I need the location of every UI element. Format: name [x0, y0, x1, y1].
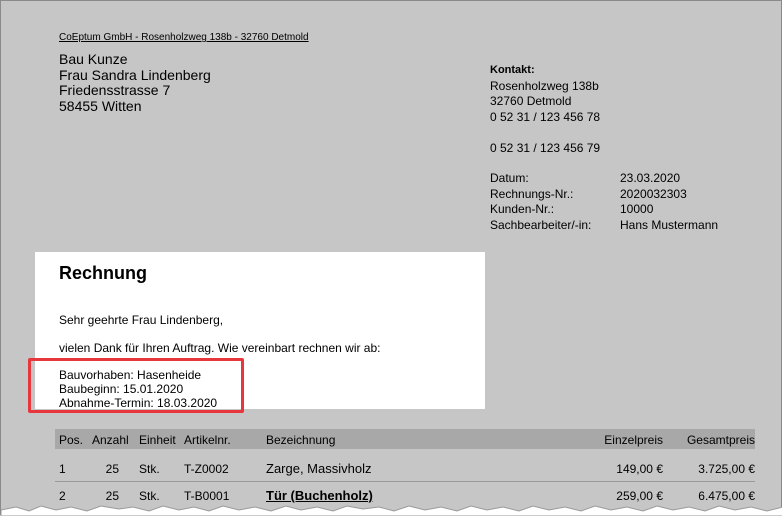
meta-value: 23.03.2020 — [620, 171, 681, 185]
meta-value: 2020032303 — [620, 186, 687, 201]
contact-spacer — [490, 125, 600, 141]
contact-block: Kontakt: Rosenholzweg 138b 32760 Detmold… — [490, 63, 600, 156]
column-header-pos: Pos. — [59, 433, 84, 447]
torn-edge-decoration — [1, 505, 782, 516]
contact-city: 32760 Detmold — [490, 94, 572, 108]
highlight-box — [28, 358, 244, 413]
recipient-person: Frau Sandra Lindenberg — [59, 66, 211, 83]
meta-label: Datum: — [490, 171, 529, 185]
column-header-unit: Einheit — [139, 433, 176, 447]
meta-row-date: Datum: 23.03.2020 — [490, 171, 718, 187]
document-title: Rechnung — [59, 263, 147, 283]
meta-label: Kunden-Nr.: — [490, 202, 555, 216]
intro-text: vielen Dank für Ihren Auftrag. Wie verei… — [59, 341, 381, 355]
salutation-text: Sehr geehrte Frau Lindenberg, — [59, 313, 224, 327]
contact-fax: 0 52 31 / 123 456 79 — [490, 140, 601, 155]
column-header-description: Bezeichnung — [266, 433, 336, 447]
cell-total-price: 3.725,00 € — [698, 462, 755, 476]
contact-phone: 0 52 31 / 123 456 78 — [490, 109, 601, 124]
column-header-total-price: Gesamtpreis — [686, 433, 755, 447]
meta-row-invoice-number: Rechnungs-Nr.: 2020032303 — [490, 187, 718, 203]
meta-value: 10000 — [620, 202, 654, 216]
column-header-unit-price: Einzelpreis — [604, 433, 663, 447]
recipient-company: Bau Kunze — [59, 51, 128, 67]
column-header-quantity: Anzahl — [92, 433, 129, 447]
cell-pos: 1 — [59, 462, 66, 476]
recipient-street: Friedensstrasse 7 — [59, 82, 171, 98]
meta-label: Sachbearbeiter/-in: — [490, 217, 592, 232]
cell-description: Zarge, Massivholz — [266, 461, 372, 476]
cell-article-number: T-Z0002 — [184, 462, 229, 476]
meta-row-customer-number: Kunden-Nr.: 10000 — [490, 202, 718, 218]
cell-unit-price: 149,00 € — [616, 462, 663, 476]
cell-unit: Stk. — [139, 462, 160, 476]
recipient-city: 58455 Witten — [59, 97, 142, 114]
recipient-address: Bau Kunze Frau Sandra Lindenberg Frieden… — [59, 51, 211, 114]
invoice-meta: Datum: 23.03.2020 Rechnungs-Nr.: 2020032… — [490, 171, 718, 233]
meta-value: Hans Mustermann — [620, 217, 719, 232]
cell-quantity: 25 — [105, 462, 119, 476]
sender-address-line: CoEptum GmbH - Rosenholzweg 138b - 32760… — [59, 32, 309, 43]
meta-row-clerk: Sachbearbeiter/-in: Hans Mustermann — [490, 218, 718, 234]
row-divider — [55, 481, 755, 482]
meta-label: Rechnungs-Nr.: — [490, 186, 574, 201]
document-preview: CoEptum GmbH - Rosenholzweg 138b - 32760… — [0, 0, 782, 516]
contact-title: Kontakt: — [490, 64, 535, 76]
column-header-article-number: Artikelnr. — [184, 433, 231, 447]
contact-street: Rosenholzweg 138b — [490, 78, 599, 93]
